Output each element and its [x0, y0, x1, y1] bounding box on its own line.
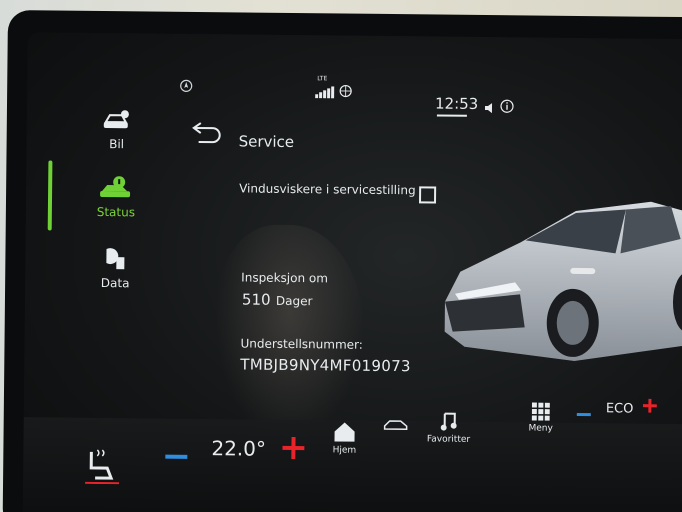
temp-minus-button[interactable] [165, 454, 188, 459]
car-settings-icon [87, 108, 147, 136]
vin-value: TMBJB9NY4MF019073 [240, 355, 411, 376]
sidebar-item-label: Data [100, 275, 130, 291]
globe-icon [339, 82, 352, 101]
inspection-value: 510 [241, 290, 271, 309]
infotainment-screen: LTE 12:53 Bil Status Data Service Vindus… [22, 32, 682, 512]
inspection-label: Inspeksjon om [241, 270, 329, 286]
compass-icon [179, 78, 193, 97]
home-button[interactable]: Hjem [329, 420, 359, 456]
favorites-button[interactable]: Favoritter [425, 411, 472, 445]
display-bezel: LTE 12:53 Bil Status Data Service Vindus… [2, 10, 682, 512]
inspection-unit: Dager [275, 293, 313, 309]
photo-scene: LTE 12:53 Bil Status Data Service Vindus… [0, 0, 682, 512]
menu-label: Meny [528, 423, 553, 434]
back-arrow-icon[interactable] [191, 120, 225, 148]
favorites-label: Favoritter [426, 434, 471, 445]
drive-mode-label: ECO [605, 401, 634, 417]
page-title: Service [238, 132, 295, 152]
temperature-value: 22.0° [211, 436, 267, 461]
car-view-icon[interactable] [383, 416, 409, 435]
clock-underline [436, 114, 467, 117]
info-icon[interactable] [500, 98, 514, 117]
volume-icon[interactable] [484, 99, 495, 118]
home-icon [329, 420, 359, 445]
temp-plus-button[interactable] [282, 436, 305, 463]
seat-heat-icon[interactable] [85, 448, 120, 488]
signal-icon [315, 83, 335, 102]
mode-minus-button[interactable] [576, 412, 591, 417]
data-fuel-icon [85, 245, 145, 275]
mode-plus-button[interactable] [642, 398, 657, 417]
sidebar-item-label: Status [96, 204, 136, 220]
home-label: Hjem [332, 445, 357, 456]
wiper-service-label: Vindusviskere i servicestilling [239, 181, 416, 198]
vehicle-image [444, 201, 682, 361]
vin-label: Understellsnummer: [240, 336, 363, 352]
sidebar-item-bil[interactable]: Bil [87, 108, 147, 152]
grid-menu-icon [526, 402, 556, 423]
clock: 12:53 [434, 94, 479, 113]
sidebar-item-label: Bil [109, 137, 125, 152]
network-label: LTE [317, 75, 328, 83]
sidebar-item-data[interactable]: Data [85, 245, 145, 291]
sidebar-item-status[interactable]: Status [86, 176, 146, 220]
menu-button[interactable]: Meny [526, 402, 556, 434]
car-info-icon [86, 176, 146, 204]
screen-reflection [213, 224, 366, 446]
music-note-icon [426, 411, 472, 434]
active-indicator [47, 160, 53, 231]
